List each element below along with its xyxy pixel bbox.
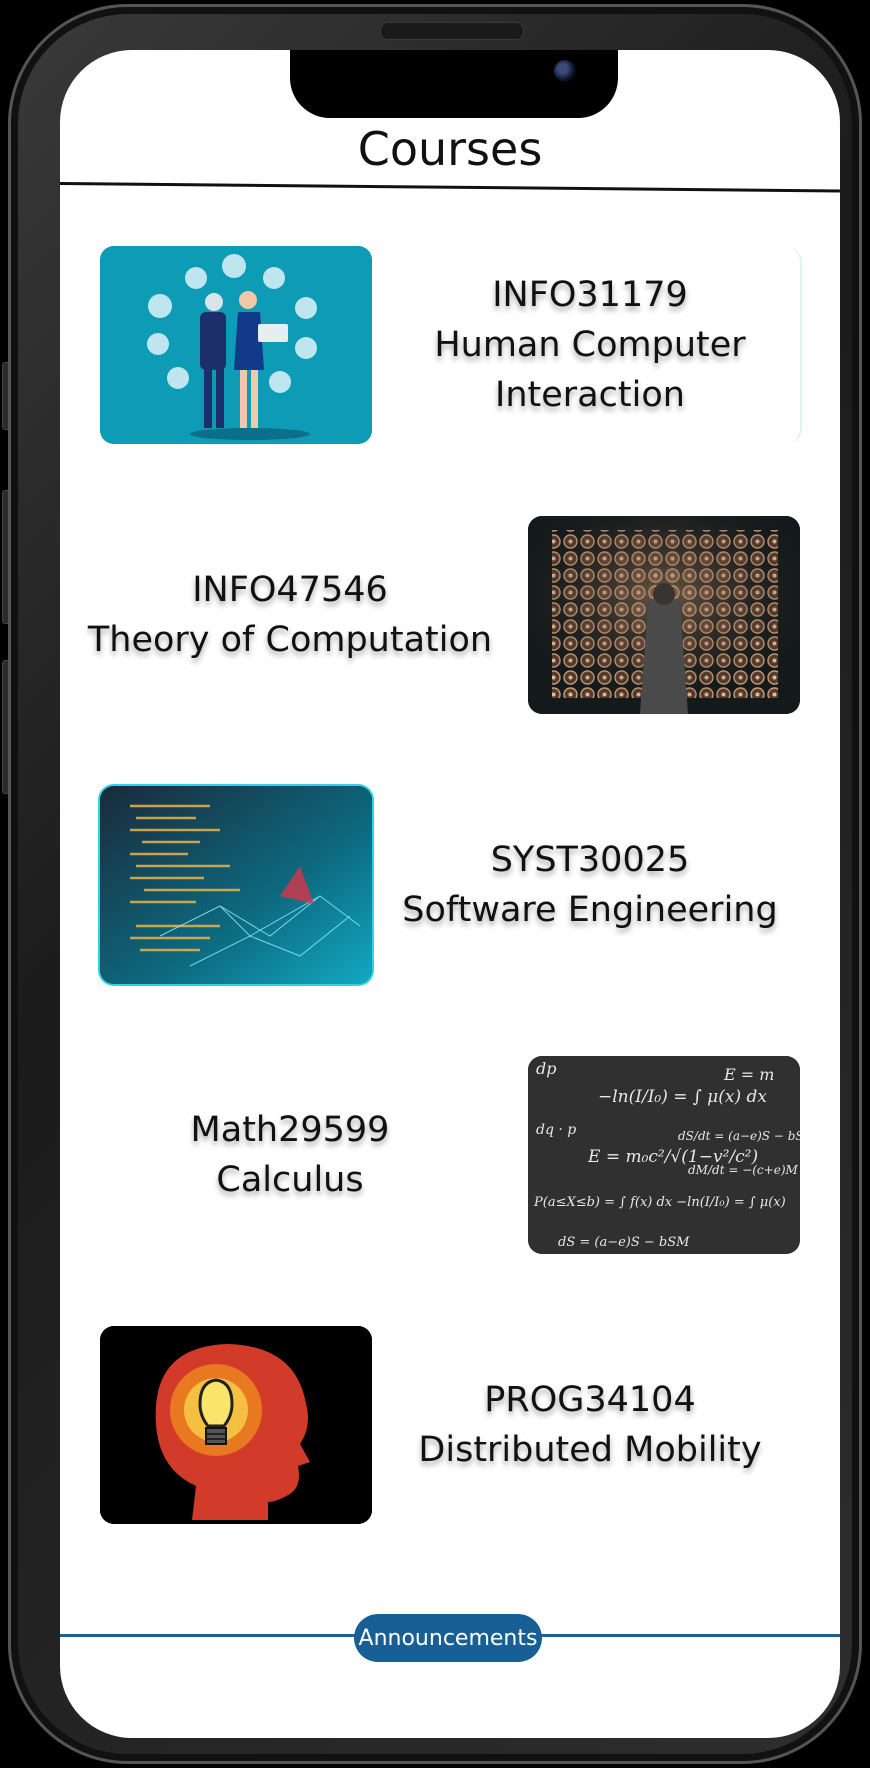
course-card-prog34104[interactable]: PROG34104 Distributed Mobility [100, 1326, 800, 1524]
course-image-mobility [100, 1326, 372, 1524]
card-edge [786, 246, 802, 444]
speaker-grill [380, 22, 524, 40]
course-card-info47546[interactable]: INFO47546 Theory of Computation [88, 516, 800, 714]
svg-text:dp: dp [536, 1059, 556, 1078]
course-name: Theory of Computation [87, 620, 493, 660]
course-image-calculus: dp −ln(I/I₀) = ∫ μ(x) dx E = m dq · p E … [528, 1056, 800, 1254]
course-image-hci [100, 246, 372, 444]
svg-text:P(a≤X≤b) = ∫ f(x) dx −ln(I/I₀: P(a≤X≤b) = ∫ f(x) dx −ln(I/I₀) = ∫ μ(x) [533, 1195, 786, 1210]
course-title-block: INFO47546 Theory of Computation [60, 516, 520, 714]
svg-text:−ln(I/I₀) = ∫ μ(x) dx: −ln(I/I₀) = ∫ μ(x) dx [598, 1087, 767, 1107]
course-card-info31179[interactable]: INFO31179 Human Computer Interaction [100, 246, 802, 444]
course-name: Calculus [216, 1160, 364, 1200]
course-name: Distributed Mobility [418, 1430, 762, 1470]
course-title-block: SYST30025 Software Engineering [380, 786, 800, 984]
course-card-math29599[interactable]: Math29599 Calculus dp −ln(I/I₀) = ∫ μ(x)… [100, 1056, 800, 1254]
announcements-button[interactable]: Announcements [354, 1614, 542, 1662]
hci-robot-illustration [100, 246, 372, 444]
lightbulb-head-illustration [100, 1326, 372, 1524]
svg-text:dM/dt = −(c+e)M + dS: dM/dt = −(c+e)M + dS [688, 1163, 800, 1177]
header-divider [60, 182, 840, 193]
course-title-block: Math29599 Calculus [60, 1056, 520, 1254]
svg-text:E = m: E = m [723, 1065, 774, 1084]
course-image-software [100, 786, 372, 984]
course-code: SYST30025 [490, 840, 690, 880]
code-network-photo [100, 786, 372, 984]
course-name-line2: Interaction [495, 375, 685, 415]
course-card-syst30025[interactable]: SYST30025 Software Engineering [100, 786, 800, 984]
course-name: Software Engineering [402, 890, 778, 930]
phone-frame: Courses INFO31179 Human Computer Interac… [8, 4, 862, 1764]
svg-text:dS/dt = (a−e)S − bSM: dS/dt = (a−e)S − bSM [678, 1129, 800, 1143]
course-code: Math29599 [190, 1110, 390, 1150]
course-image-computation [528, 516, 800, 714]
course-title-block: INFO31179 Human Computer Interaction [380, 246, 800, 444]
course-title-block: PROG34104 Distributed Mobility [380, 1326, 800, 1524]
course-name: Human Computer [434, 325, 746, 365]
course-code: INFO47546 [192, 570, 388, 610]
course-code: PROG34104 [484, 1380, 696, 1420]
screen: Courses INFO31179 Human Computer Interac… [60, 50, 840, 1738]
page-title: Courses [357, 122, 543, 176]
front-camera-icon [554, 60, 576, 82]
course-code: INFO31179 [492, 275, 688, 315]
svg-text:dq · p: dq · p [536, 1122, 576, 1138]
enigma-machine-photo [528, 516, 800, 714]
chalkboard-equations-photo: dp −ln(I/I₀) = ∫ μ(x) dx E = m dq · p E … [528, 1056, 800, 1254]
svg-text:dS = (a−e)S − bSM: dS = (a−e)S − bSM [558, 1235, 690, 1250]
notch [290, 50, 618, 118]
